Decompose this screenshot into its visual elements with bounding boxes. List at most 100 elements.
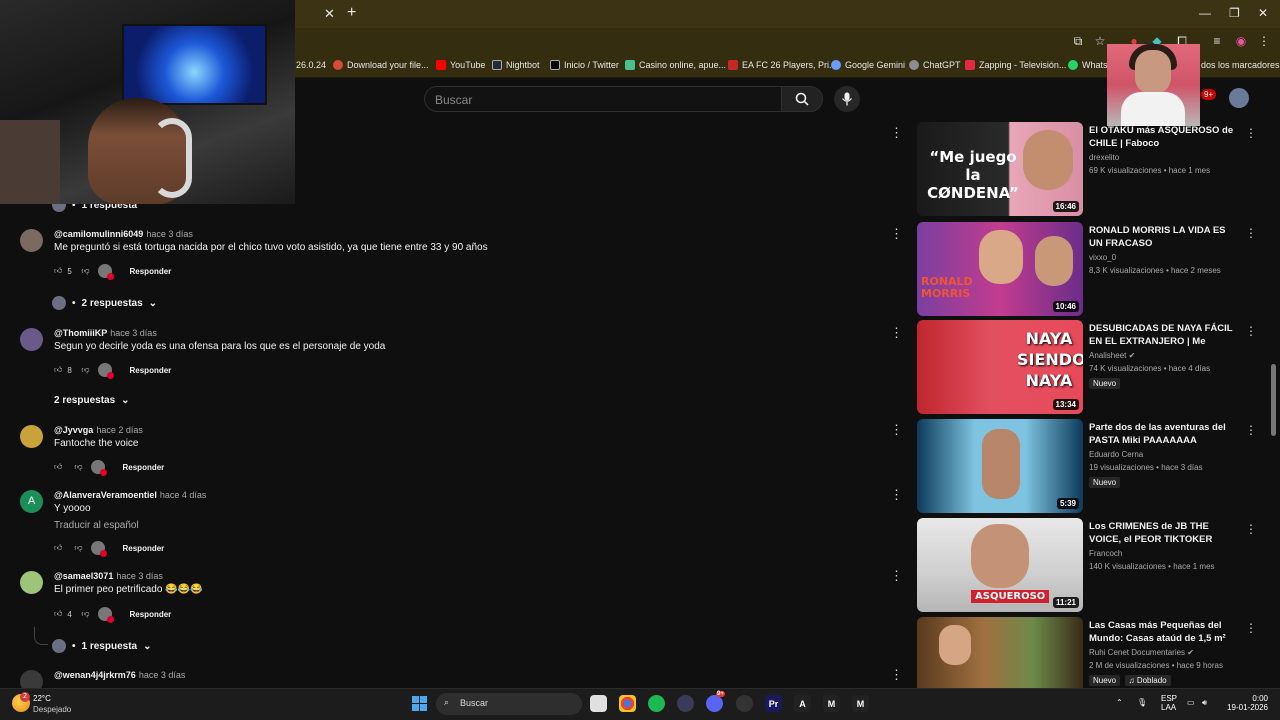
channel-name[interactable]: Eduardo Cerna xyxy=(1089,450,1237,459)
like-icon[interactable]: 👍︎ xyxy=(54,609,62,619)
reply-button[interactable]: Responder xyxy=(130,366,172,375)
browser-menu-icon[interactable]: ⋮ xyxy=(1257,34,1271,48)
voice-search-button[interactable] xyxy=(834,86,860,112)
app-icon[interactable]: A xyxy=(794,695,811,712)
bookmark-star-icon[interactable]: ☆ xyxy=(1093,34,1107,48)
bookmark-item[interactable]: 26.0.24 xyxy=(296,60,326,70)
new-tab-icon[interactable]: + xyxy=(347,4,356,22)
video-thumbnail[interactable]: 5:39 xyxy=(917,419,1083,513)
video-card[interactable]: NAYA SIENDO NAYA 13:34 DESUBICADAS DE NA… xyxy=(917,320,1257,414)
task-view-icon[interactable] xyxy=(590,695,607,712)
chrome-icon[interactable] xyxy=(619,695,636,712)
windows-start-icon[interactable] xyxy=(411,695,428,712)
comment-author[interactable]: @AlanveraVeramoentiel xyxy=(54,490,157,500)
scrollbar[interactable] xyxy=(1271,364,1276,436)
profile-icon[interactable]: ◉ xyxy=(1234,34,1248,48)
video-title[interactable]: DESUBICADAS DE NAYA FÁCIL EN EL EXTRANJE… xyxy=(1089,322,1237,348)
comment-time[interactable]: hace 3 días xyxy=(110,328,157,338)
more-actions-icon[interactable]: ⋮ xyxy=(890,569,903,582)
language-indicator[interactable]: ESP LAA xyxy=(1161,694,1177,712)
video-title[interactable]: Parte dos de las aventuras del PASTA Mik… xyxy=(1089,421,1237,447)
comment-author[interactable]: @Jyvvga xyxy=(54,425,93,435)
dislike-icon[interactable]: 👎︎ xyxy=(74,543,82,553)
notification-badge[interactable]: 9+ xyxy=(1201,89,1217,100)
more-actions-icon[interactable]: ⋮ xyxy=(1245,621,1257,635)
comment-time[interactable]: hace 3 días xyxy=(146,229,193,239)
search-input[interactable]: Buscar xyxy=(424,86,782,112)
close-window-icon[interactable]: ✕ xyxy=(1258,6,1268,20)
restore-icon[interactable]: ❐ xyxy=(1229,6,1240,20)
microphone-icon[interactable]: 🎙︎ xyxy=(1137,698,1147,707)
dislike-icon[interactable]: 👎︎ xyxy=(81,609,89,619)
comment-time[interactable]: hace 4 días xyxy=(160,490,207,500)
video-thumbnail[interactable] xyxy=(917,617,1083,688)
taskbar-search[interactable]: ⌕ Buscar xyxy=(436,693,582,715)
clock[interactable]: 0:00 19-01-2026 xyxy=(1226,694,1268,712)
like-icon[interactable]: 👍︎ xyxy=(54,543,62,553)
bookmark-item[interactable]: YouTube xyxy=(436,60,485,70)
media-control-icon[interactable]: ≡ xyxy=(1210,34,1224,48)
app-icon[interactable]: M xyxy=(823,695,840,712)
like-icon[interactable]: 👍︎ xyxy=(54,365,62,375)
reply-button[interactable]: Responder xyxy=(130,610,172,619)
search-button[interactable] xyxy=(781,86,823,112)
comment-author[interactable]: @ThomiiiKP xyxy=(54,328,107,338)
video-title[interactable]: Las Casas más Pequeñas del Mundo: Casas … xyxy=(1089,619,1237,645)
dislike-icon[interactable]: 👎︎ xyxy=(81,365,89,375)
replies-toggle[interactable]: 2 respuestas ⌄ xyxy=(54,395,130,406)
bookmark-item[interactable]: Nightbot xyxy=(492,60,540,70)
avatar[interactable] xyxy=(20,425,43,448)
bookmark-item[interactable]: ChatGPT xyxy=(909,60,961,70)
channel-name[interactable]: drexelito xyxy=(1089,153,1237,162)
avatar[interactable] xyxy=(20,571,43,594)
more-actions-icon[interactable]: ⋮ xyxy=(890,126,903,139)
bookmark-item[interactable]: Casino online, apue... xyxy=(625,60,726,70)
bookmark-item[interactable]: Zapping - Televisión... xyxy=(965,60,1066,70)
minimize-icon[interactable]: — xyxy=(1199,6,1211,20)
network-icon[interactable]: ▭ xyxy=(1187,698,1195,707)
weather-desc[interactable]: Despejado xyxy=(33,705,71,714)
weather-temp[interactable]: 22°C xyxy=(33,694,51,703)
like-icon[interactable]: 👍︎ xyxy=(54,266,62,276)
premiere-icon[interactable]: Pr xyxy=(765,695,782,712)
dislike-icon[interactable]: 👎︎ xyxy=(81,266,89,276)
more-actions-icon[interactable]: ⋮ xyxy=(890,227,903,240)
obs-icon[interactable] xyxy=(736,695,753,712)
avatar[interactable]: A xyxy=(20,490,43,513)
channel-name[interactable]: Ruhi Cenet Documentaries ✔︎ xyxy=(1089,648,1237,657)
discord-icon[interactable]: 9+ xyxy=(706,691,725,712)
video-card[interactable]: “Me juego la CØNDENA” 16:46 El OTAKU más… xyxy=(917,122,1257,216)
tab-close-icon[interactable]: ✕ xyxy=(324,6,335,22)
video-thumbnail[interactable]: ASQUEROSO 11:21 xyxy=(917,518,1083,612)
comment-time[interactable]: hace 2 días xyxy=(96,425,143,435)
more-actions-icon[interactable]: ⋮ xyxy=(890,668,903,681)
replies-toggle[interactable]: • 2 respuestas ⌄ xyxy=(52,296,157,310)
comment-time[interactable]: hace 3 días xyxy=(116,571,163,581)
translate-link[interactable]: Traducir al español xyxy=(54,520,139,531)
volume-icon[interactable]: 🔊︎ xyxy=(1202,698,1207,708)
app-icon[interactable]: M xyxy=(852,695,869,712)
avatar[interactable] xyxy=(20,328,43,351)
app-icon[interactable] xyxy=(677,695,694,712)
more-actions-icon[interactable]: ⋮ xyxy=(890,326,903,339)
install-app-icon[interactable]: ⧉ xyxy=(1071,34,1085,48)
avatar[interactable] xyxy=(20,229,43,252)
more-actions-icon[interactable]: ⋮ xyxy=(890,423,903,436)
more-actions-icon[interactable]: ⋮ xyxy=(1245,423,1257,437)
more-actions-icon[interactable]: ⋮ xyxy=(1245,226,1257,240)
bookmark-item[interactable]: EA FC 26 Players, Pri... xyxy=(728,60,837,70)
tray-overflow-icon[interactable]: ⌃ xyxy=(1116,698,1123,707)
more-actions-icon[interactable]: ⋮ xyxy=(1245,126,1257,140)
video-card[interactable]: 5:39 Parte dos de las aventuras del PAST… xyxy=(917,419,1257,513)
reply-button[interactable]: Responder xyxy=(130,267,172,276)
all-bookmarks[interactable]: dos los marcadores xyxy=(1201,60,1280,70)
video-thumbnail[interactable]: “Me juego la CØNDENA” 16:46 xyxy=(917,122,1083,216)
more-actions-icon[interactable]: ⋮ xyxy=(1245,324,1257,338)
channel-name[interactable]: Francoch xyxy=(1089,549,1237,558)
video-thumbnail[interactable]: NAYA SIENDO NAYA 13:34 xyxy=(917,320,1083,414)
video-title[interactable]: RONALD MORRIS LA VIDA ES UN FRACASO xyxy=(1089,224,1237,250)
bookmark-item[interactable]: Google Gemini xyxy=(831,60,905,70)
bookmark-item[interactable]: Download your file... xyxy=(333,60,429,70)
video-card[interactable]: RONALD MORRIS 10:46 RONALD MORRIS LA VID… xyxy=(917,222,1257,316)
reply-button[interactable]: Responder xyxy=(123,544,165,553)
